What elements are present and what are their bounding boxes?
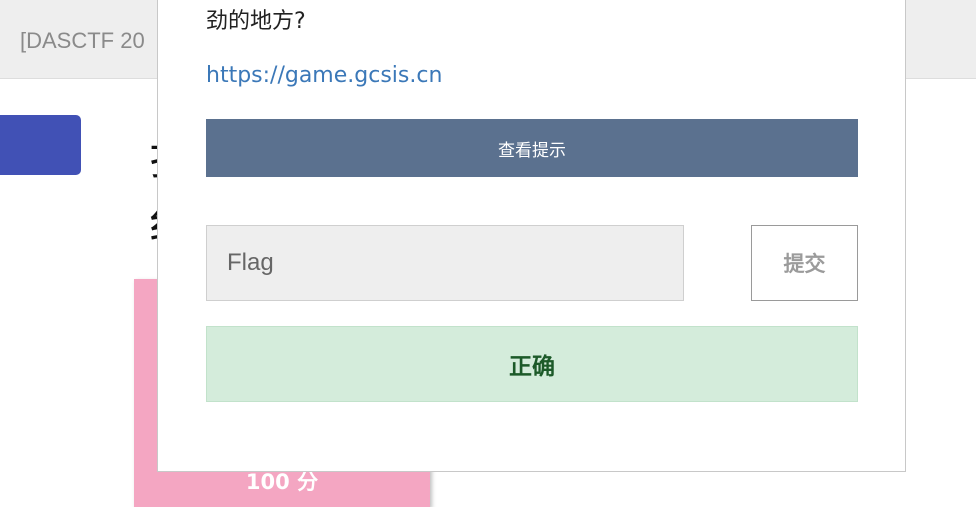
result-text: 正确 — [509, 354, 555, 380]
page-title: [DASCTF 20 — [20, 28, 145, 53]
submit-button[interactable]: 提交 — [751, 225, 858, 301]
side-category-button[interactable] — [0, 115, 81, 175]
result-message: 正确 — [206, 326, 858, 402]
page: [DASCTF 20 扌 纟 100 分 劲的地方? https://game.… — [0, 0, 976, 507]
challenge-description: 劲的地方? — [206, 9, 306, 34]
challenge-link[interactable]: https://game.gcsis.cn — [206, 63, 442, 88]
flag-input[interactable] — [206, 225, 684, 301]
view-hint-button[interactable]: 查看提示 — [206, 119, 858, 177]
challenge-modal: 劲的地方? https://game.gcsis.cn 查看提示 提交 正确 — [157, 0, 906, 472]
